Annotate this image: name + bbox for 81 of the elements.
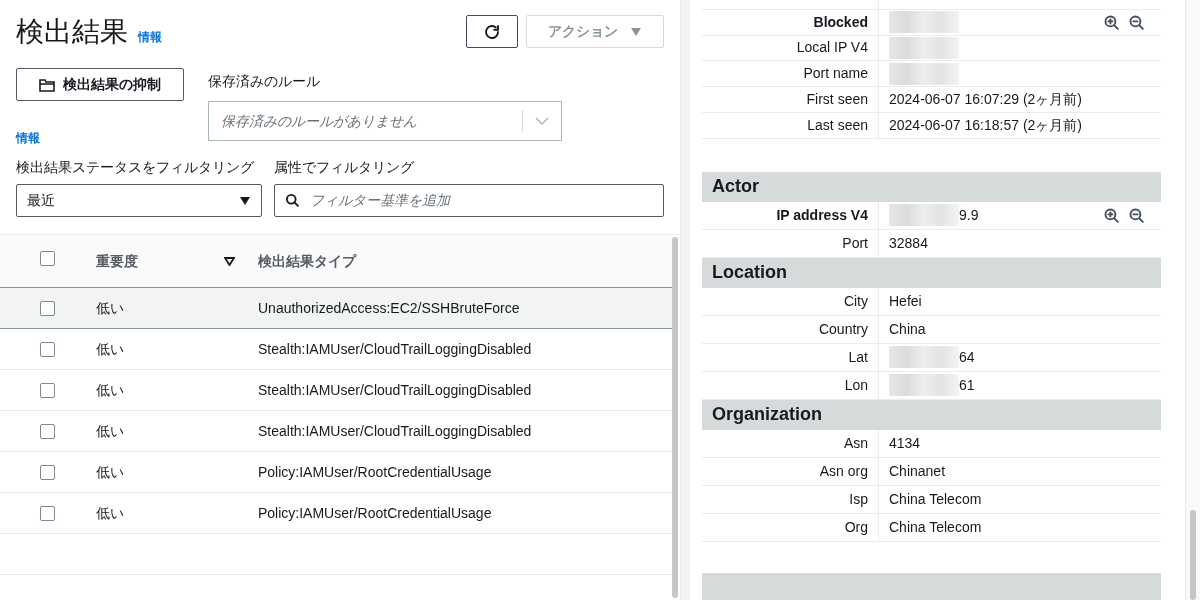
field-value: 9.9 [959, 205, 979, 225]
table-cell-text: 低い [96, 298, 125, 318]
field-value: Chinanet [889, 461, 946, 481]
field-value: 4134 [889, 433, 921, 453]
table-cell-text: Policy:IAMUser/RootCredentialUsage [258, 503, 492, 523]
field-value: 2024-06-07 16:18:57 (2ヶ月前) [889, 115, 1082, 135]
chevron-down-icon [535, 117, 549, 125]
table-cell-text: 低い [96, 339, 125, 359]
saved-rules-select[interactable]: 保存済みのルールがありません [208, 101, 562, 141]
field-label: Asn [843, 433, 868, 453]
checkbox[interactable] [40, 505, 55, 521]
field-value: Hefei [889, 291, 922, 311]
field-label: Lon [844, 375, 868, 395]
field-value: China Telecom [889, 489, 982, 509]
zoom-in-icon[interactable] [1103, 13, 1120, 31]
info-link[interactable]: 情報 [138, 28, 162, 50]
zoom-out-icon[interactable] [1128, 13, 1145, 31]
checkbox[interactable] [40, 382, 55, 398]
column-header[interactable]: 重要度 [96, 250, 210, 272]
checkbox[interactable] [40, 300, 55, 316]
field-value: 64 [959, 347, 975, 367]
section-header: Organization [702, 399, 1161, 430]
field-label: Country [818, 319, 868, 339]
search-icon [285, 193, 300, 208]
table-cell-text: 低い [96, 503, 125, 523]
field-label: 属性でフィルタリング [274, 158, 415, 177]
table-row[interactable]: 低い Stealth:IAMUser/CloudTrailLoggingDisabled [0, 411, 672, 452]
info-link[interactable]: 情報 [16, 129, 184, 147]
field-label: Isp [849, 489, 868, 509]
zoom-in-icon[interactable] [1103, 206, 1120, 224]
table-cell-text: Stealth:IAMUser/CloudTrailLoggingDisabled [258, 421, 532, 441]
table-cell-text: Stealth:IAMUser/CloudTrailLoggingDisabled [258, 339, 532, 359]
field-label: Asn org [819, 461, 868, 481]
table-row[interactable]: 低い Stealth:IAMUser/CloudTrailLoggingDisabled [0, 370, 672, 411]
field-label: Lat [848, 347, 868, 367]
checkbox[interactable] [40, 464, 55, 480]
checkbox[interactable] [40, 423, 55, 439]
table-cell-text: 低い [96, 380, 125, 400]
caret-icon [239, 195, 251, 206]
field-label: 検出結果ステータスをフィルタリング [16, 158, 255, 177]
refresh-icon [483, 22, 501, 41]
filter-search-field[interactable]: フィルター基準を追加 [274, 184, 664, 217]
field-label: City [843, 291, 868, 311]
scrollbar[interactable] [1190, 510, 1196, 600]
field-value: China [889, 319, 926, 339]
section-header: Location [702, 257, 1161, 288]
field-label: 保存済みのルール [208, 72, 321, 91]
table-row[interactable]: 低い UnauthorizedAccess:EC2/SSHBruteForce [0, 288, 672, 329]
folder-icon [39, 77, 55, 92]
field-value: 61 [959, 375, 975, 395]
zoom-out-icon[interactable] [1128, 206, 1145, 224]
column-header[interactable]: 検出結果タイプ [258, 250, 356, 272]
table-row[interactable]: 低い Policy:IAMUser/RootCredentialUsage [0, 452, 672, 493]
field-label: Org [844, 517, 868, 537]
field-value: 2024-06-07 16:07:29 (2ヶ月前) [889, 89, 1082, 109]
field-label: Last seen [807, 115, 868, 135]
table-cell-text: Policy:IAMUser/RootCredentialUsage [258, 462, 492, 482]
field-label: IP address V4 [776, 205, 868, 225]
table-row[interactable]: 低い Stealth:IAMUser/CloudTrailLoggingDisabled [0, 329, 672, 370]
table-cell-text: Stealth:IAMUser/CloudTrailLoggingDisabled [258, 380, 532, 400]
page-title: 検出結果 [16, 15, 128, 49]
field-label: Port name [803, 64, 868, 84]
section-header: Actor [702, 171, 1161, 202]
caret-icon [630, 26, 642, 37]
field-label: Blocked [813, 12, 868, 32]
field-label: Local IP V4 [796, 38, 868, 58]
table-cell-text: 低い [96, 462, 125, 482]
field-label: First seen [806, 89, 868, 109]
table-row[interactable]: 低い Policy:IAMUser/RootCredentialUsage [0, 493, 672, 534]
refresh-button[interactable] [466, 15, 518, 48]
field-value: China Telecom [889, 517, 982, 537]
checkbox[interactable] [40, 250, 55, 266]
status-select[interactable]: 最近 [16, 184, 262, 217]
scrollbar[interactable] [672, 237, 678, 598]
field-label: Port [842, 233, 868, 253]
field-value: 32884 [889, 233, 928, 253]
table-cell-text: UnauthorizedAccess:EC2/SSHBruteForce [258, 298, 520, 318]
sort-icon[interactable] [224, 256, 235, 266]
checkbox[interactable] [40, 341, 55, 357]
suppress-button[interactable]: 検出結果の抑制 [16, 68, 184, 101]
table-cell-text: 低い [96, 421, 125, 441]
